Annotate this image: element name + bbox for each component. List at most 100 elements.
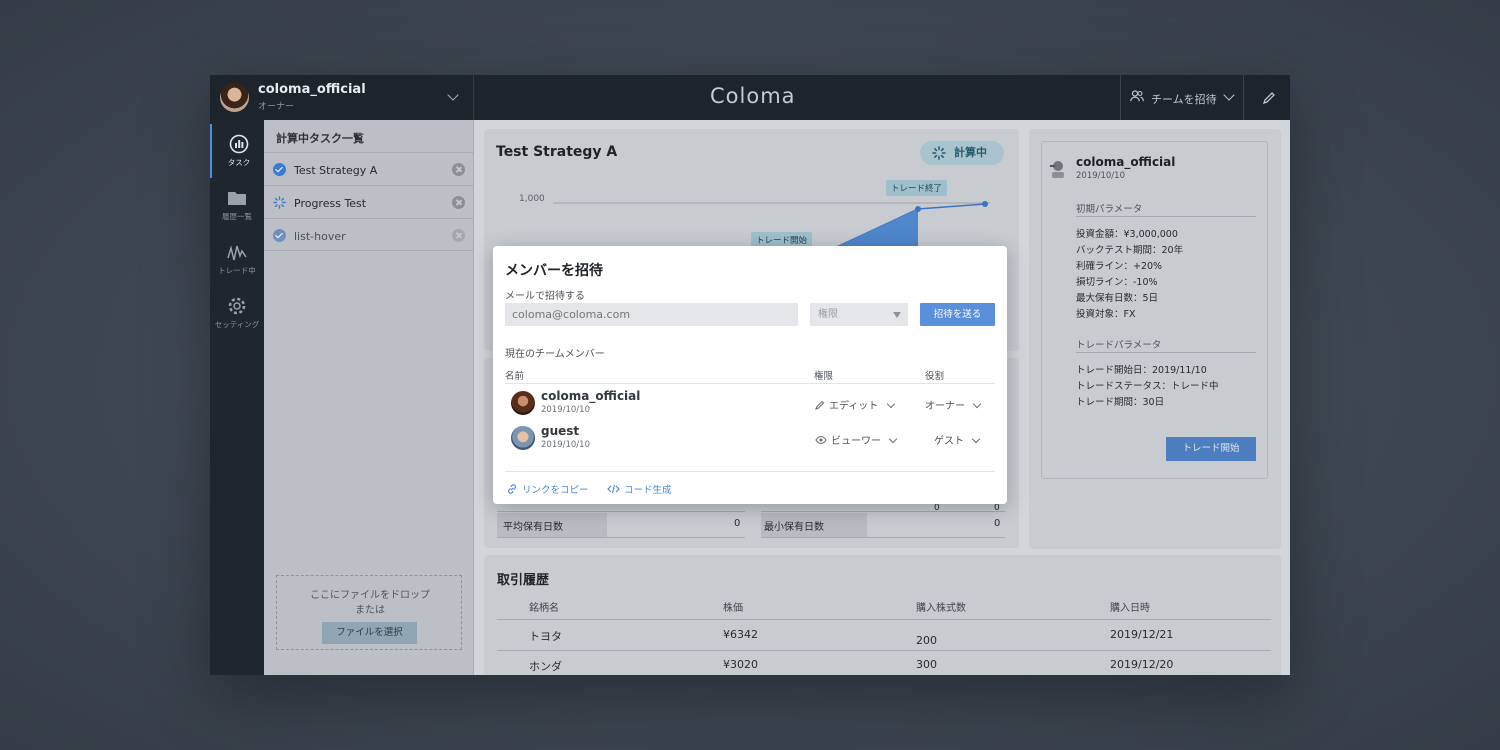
- start-trade-button[interactable]: トレード開始: [1166, 437, 1256, 461]
- invite-team-label: チームを招待: [1151, 93, 1217, 106]
- sidebar-item-label: セッティング: [214, 320, 260, 329]
- drop-or: または: [355, 605, 385, 616]
- trade-end-tag: トレード終了: [886, 180, 948, 196]
- user-switcher[interactable]: coloma_official オーナー: [210, 75, 474, 120]
- stat-value: 0: [994, 518, 1001, 529]
- divider: [497, 511, 745, 512]
- stat-value: 0: [934, 503, 940, 513]
- divider: [497, 650, 1271, 651]
- sidebar-item-trading[interactable]: トレード中: [210, 232, 264, 286]
- task-label: Test Strategy A: [294, 164, 378, 177]
- task-list-panel: 計算中タスク一覧 Test Strategy A Progress Test l…: [264, 120, 474, 675]
- member-role: ゲスト: [934, 436, 964, 447]
- divider: [1076, 352, 1256, 353]
- copy-link-button[interactable]: リンクをコピー: [506, 482, 589, 496]
- sidebar-item-label: トレード中: [218, 266, 256, 275]
- column-header: 購入日時: [1110, 603, 1150, 614]
- member-permission-dropdown[interactable]: エディット: [815, 397, 895, 412]
- generate-code-label: コード生成: [624, 485, 672, 496]
- param-item: 利確ライン：+20%: [1076, 261, 1163, 272]
- sidebar-item-label: 履歴一覧: [222, 212, 252, 221]
- task-label: Progress Test: [294, 197, 367, 210]
- column-header-role: 役割: [925, 371, 945, 382]
- chart-icon: [229, 134, 249, 154]
- member-permission-dropdown[interactable]: ビューワー: [815, 432, 898, 447]
- user-role: オーナー: [258, 102, 295, 112]
- permission-placeholder: 権限: [818, 309, 838, 320]
- stat-value: 0: [994, 503, 1000, 513]
- close-icon[interactable]: [452, 196, 465, 209]
- trade-params-title: トレードパラメータ: [1076, 340, 1162, 351]
- strategy-title: Test Strategy A: [496, 144, 618, 160]
- email-field[interactable]: [505, 303, 798, 326]
- member-name: coloma_official: [541, 389, 641, 403]
- list-item[interactable]: Test Strategy A: [264, 152, 474, 185]
- email-invite-label: メールで招待する: [505, 291, 585, 302]
- list-item[interactable]: list-hover: [264, 218, 474, 251]
- divider: [505, 471, 995, 472]
- avatar: [511, 426, 535, 450]
- column-header-permission: 権限: [814, 371, 834, 382]
- member-role: オーナー: [925, 401, 965, 412]
- team-icon: [1130, 90, 1144, 102]
- divider: [761, 537, 1005, 538]
- task-list-title: 計算中タスク一覧: [276, 132, 364, 145]
- member-role-dropdown[interactable]: オーナー: [925, 397, 982, 412]
- app-logo: Coloma: [710, 84, 796, 108]
- check-circle-icon: [273, 229, 286, 242]
- table-cell: トヨタ: [529, 630, 562, 643]
- permission-select[interactable]: 権限: [810, 303, 908, 326]
- chevron-down-icon: [888, 434, 898, 444]
- invite-team-button[interactable]: チームを招待: [1120, 75, 1244, 120]
- member-date: 2019/10/10: [541, 440, 590, 450]
- sidebar-item-tasks[interactable]: タスク: [210, 124, 264, 178]
- user-name: coloma_official: [258, 82, 366, 97]
- member-role-dropdown[interactable]: ゲスト: [934, 432, 981, 447]
- generate-code-button[interactable]: コード生成: [607, 482, 672, 496]
- table-cell: 2019/12/20: [1110, 658, 1174, 671]
- column-header: 株価: [723, 603, 743, 614]
- divider: [761, 511, 1005, 512]
- pencil-icon[interactable]: [1262, 91, 1276, 105]
- modal-title: メンバーを招待: [505, 263, 603, 279]
- table-cell: 300: [916, 658, 937, 671]
- table-cell: 200: [916, 634, 937, 647]
- invite-member-modal: メンバーを招待 メールで招待する 権限 招待を送る 現在のチームメンバー 名前 …: [493, 246, 1007, 504]
- robot-avatar-icon: [1050, 161, 1064, 178]
- column-header: 銘柄名: [529, 603, 559, 614]
- stat-label: 最小保有日数: [764, 522, 824, 533]
- param-item: トレード開始日：2019/11/10: [1076, 365, 1207, 376]
- loading-spinner-icon: [273, 196, 286, 209]
- copy-link-label: リンクをコピー: [522, 485, 589, 496]
- divider: [497, 537, 745, 538]
- file-drop-zone[interactable]: ここにファイルをドロップ または ファイルを選択: [276, 575, 462, 650]
- member-name: guest: [541, 424, 580, 438]
- table-cell: ¥3020: [723, 658, 758, 671]
- list-item[interactable]: Progress Test: [264, 185, 474, 218]
- send-invite-button[interactable]: 招待を送る: [920, 303, 995, 326]
- close-icon[interactable]: [452, 229, 465, 242]
- sidebar-item-history[interactable]: 履歴一覧: [210, 178, 264, 232]
- pencil-icon: [815, 400, 825, 410]
- avatar: [511, 391, 535, 415]
- top-bar: coloma_official オーナー Coloma チームを招待: [210, 75, 1290, 120]
- member-permission: ビューワー: [831, 436, 881, 447]
- param-item: 投資対象：FX: [1076, 309, 1136, 320]
- chevron-down-icon[interactable]: [447, 89, 459, 101]
- table-cell: ホンダ: [529, 660, 562, 673]
- member-permission: エディット: [829, 401, 879, 412]
- stat-label: 平均保有日数: [503, 522, 563, 533]
- check-circle-icon: [273, 163, 286, 176]
- table-cell: ¥6342: [723, 628, 758, 641]
- param-user-name: coloma_official: [1076, 155, 1176, 169]
- select-file-button[interactable]: ファイルを選択: [322, 622, 417, 644]
- y-tick-label: 1,000: [519, 194, 545, 204]
- param-item: 投資金額：¥3,000,000: [1076, 229, 1178, 240]
- divider: [497, 619, 1271, 620]
- history-panel: [484, 555, 1281, 675]
- sidebar-item-settings[interactable]: セッティング: [210, 286, 264, 340]
- close-icon[interactable]: [452, 163, 465, 176]
- history-title: 取引履歴: [497, 573, 550, 588]
- sidebar: タスク 履歴一覧 トレード中 セッティング: [210, 120, 264, 675]
- member-date: 2019/10/10: [541, 405, 590, 415]
